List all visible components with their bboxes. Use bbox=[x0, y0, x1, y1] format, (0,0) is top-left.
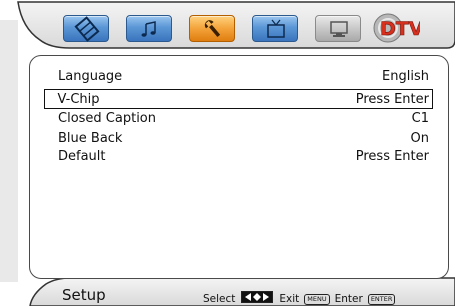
tv-icon bbox=[267, 19, 285, 38]
arrow-keys-icon bbox=[241, 291, 274, 303]
settings-panel: Language English V-Chip Press Enter Clos… bbox=[29, 55, 449, 279]
menu-item-label: Language bbox=[58, 69, 123, 84]
enter-key-icon: ENTER bbox=[367, 294, 396, 305]
menu-item-label: Closed Caption bbox=[58, 111, 156, 126]
menu-item-label: Default bbox=[58, 149, 106, 164]
menu-item-label: V-Chip bbox=[57, 92, 100, 107]
menu-item-v-chip[interactable]: V-Chip Press Enter bbox=[44, 89, 433, 109]
tab-setup[interactable] bbox=[189, 15, 235, 42]
menu-item-value: On bbox=[410, 131, 429, 146]
osd-menu: DTV Language English V-Chip Press Enter … bbox=[0, 0, 455, 306]
exit-label: Exit bbox=[279, 293, 300, 305]
enter-label: Enter bbox=[334, 293, 363, 305]
menu-item-language[interactable]: Language English bbox=[44, 67, 433, 87]
menu-item-value: Press Enter bbox=[355, 149, 429, 164]
select-label: Select bbox=[203, 293, 236, 305]
menu-item-label: Blue Back bbox=[58, 131, 123, 146]
menu-item-blue-back[interactable]: Blue Back On bbox=[44, 129, 433, 149]
dtv-logo-graphic: DTV bbox=[373, 13, 424, 43]
dtv-logo: DTV bbox=[372, 9, 424, 47]
tab-picture[interactable] bbox=[63, 15, 109, 42]
menu-item-closed-caption[interactable]: Closed Caption C1 bbox=[44, 109, 433, 129]
menu-item-value: Press Enter bbox=[355, 92, 429, 107]
category-tab-bar: DTV bbox=[0, 0, 455, 50]
menu-item-value: C1 bbox=[411, 111, 429, 126]
menu-item-default[interactable]: Default Press Enter bbox=[44, 147, 433, 167]
music-note-icon bbox=[141, 21, 156, 37]
logo-text: DTV bbox=[380, 18, 420, 40]
tab-pc[interactable] bbox=[315, 15, 361, 42]
menu-key-icon: MENU bbox=[304, 294, 330, 305]
monitor-icon bbox=[330, 21, 348, 37]
menu-item-value: English bbox=[382, 69, 429, 84]
status-title: Setup bbox=[62, 286, 106, 304]
tab-audio[interactable] bbox=[126, 15, 172, 42]
wrench-icon bbox=[204, 20, 221, 38]
tab-tv[interactable] bbox=[252, 15, 298, 42]
film-strip-icon bbox=[74, 16, 100, 42]
key-hints: Select Exit MENU Enter ENTER bbox=[200, 291, 397, 305]
